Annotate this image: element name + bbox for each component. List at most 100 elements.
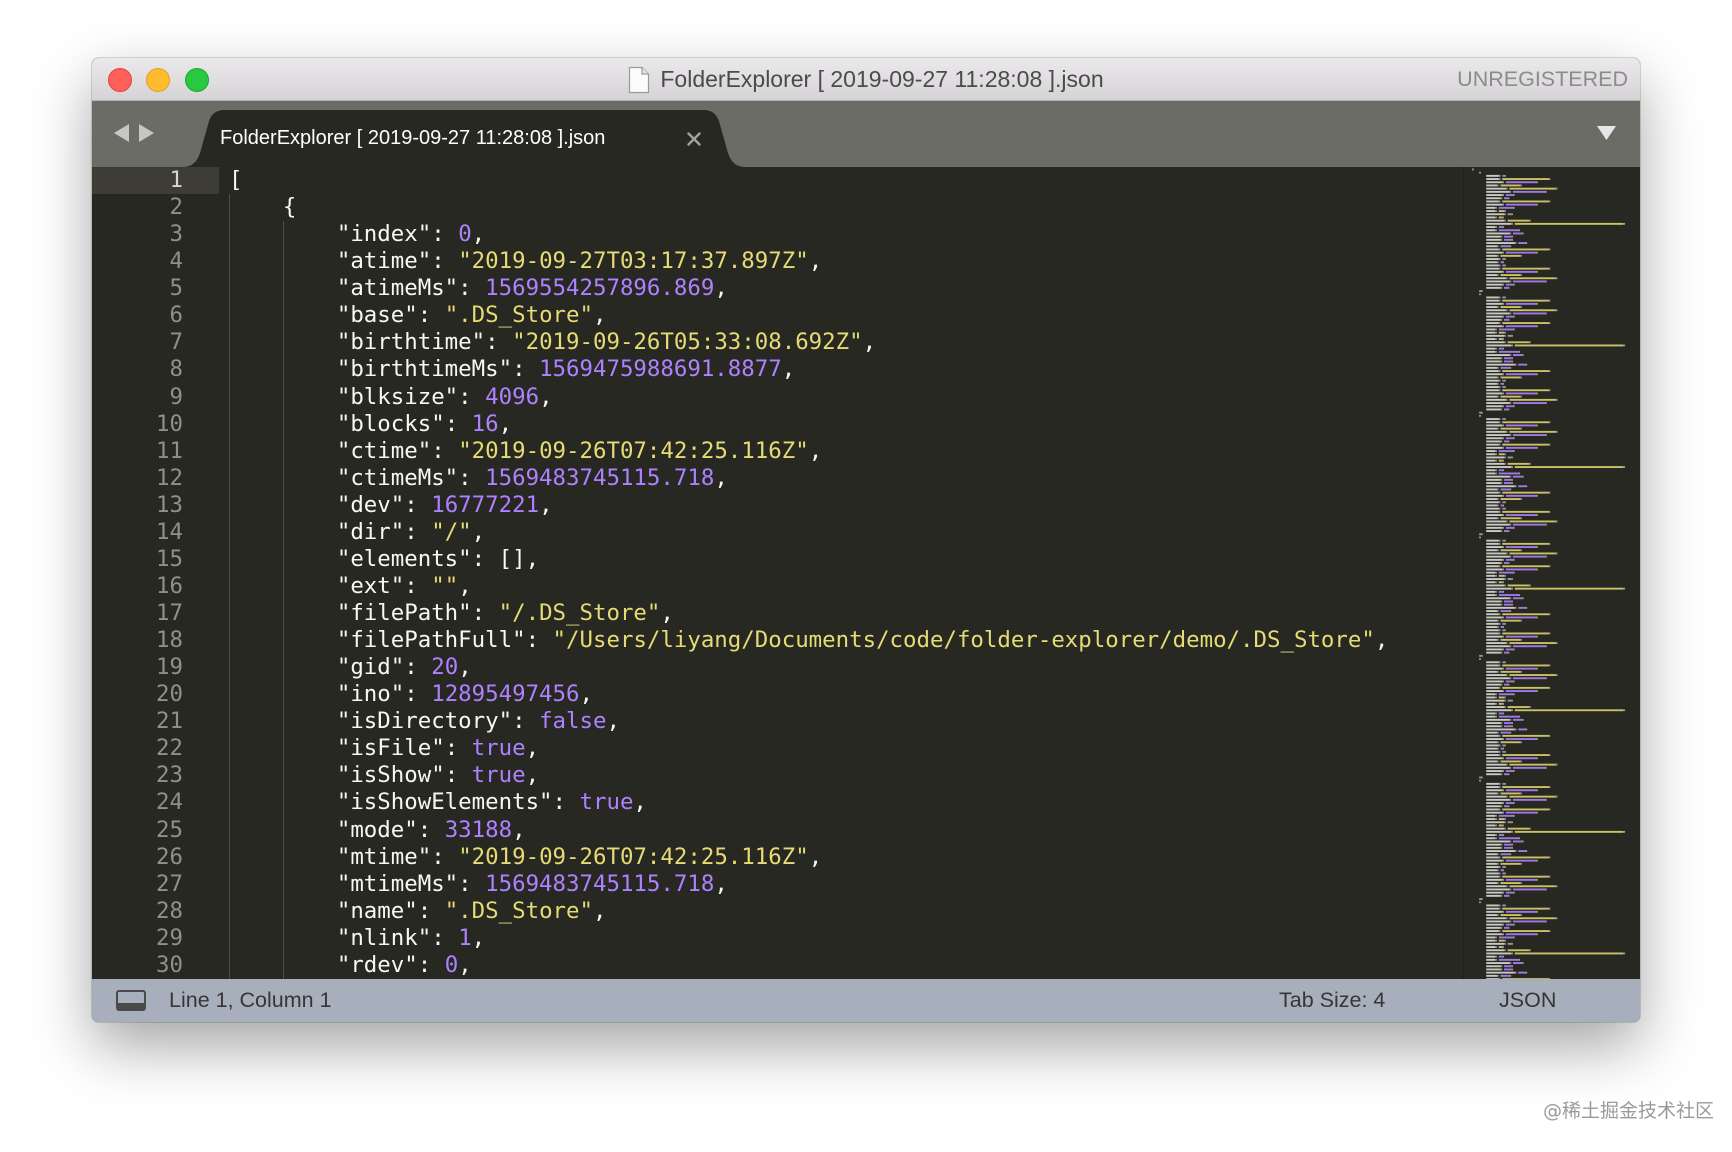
line-number[interactable]: 6 (92, 302, 219, 329)
line-number[interactable]: 19 (92, 654, 219, 681)
code-line[interactable]: "base": ".DS_Store", (229, 302, 1463, 329)
code-line[interactable]: "index": 0, (229, 221, 1463, 248)
code-line[interactable]: "isShow": true, (229, 762, 1463, 789)
minimap-glyph (1504, 264, 1506, 267)
code-line[interactable]: "blksize": 4096, (229, 384, 1463, 411)
line-number[interactable]: 15 (92, 546, 219, 573)
tab-folderexplorer-json[interactable]: FolderExplorer [ 2019-09-27 11:28:08 ].j… (182, 101, 746, 167)
code-line[interactable]: "blocks": 16, (229, 411, 1463, 438)
line-number[interactable]: 10 (92, 411, 219, 438)
line-number[interactable]: 27 (92, 871, 219, 898)
line-number[interactable]: 20 (92, 681, 219, 708)
code-line[interactable]: "rdev": 0, (229, 952, 1463, 979)
code-line[interactable]: "ctimeMs": 1569483745115.718, (229, 465, 1463, 492)
code-line[interactable]: "birthtimeMs": 1569475988691.8877, (229, 356, 1463, 383)
line-number[interactable]: 2 (92, 194, 219, 221)
code-line[interactable]: "mtimeMs": 1569483745115.718, (229, 871, 1463, 898)
minimap-glyph (1486, 424, 1503, 427)
line-number[interactable]: 18 (92, 627, 219, 654)
close-window-button[interactable] (108, 68, 132, 92)
triangle-down-icon[interactable] (1597, 126, 1616, 140)
minimap-glyph (1502, 664, 1549, 667)
minimize-window-button[interactable] (146, 68, 170, 92)
minimap-glyph (1520, 427, 1522, 430)
line-number[interactable]: 1 (92, 167, 219, 195)
minimap-line (1479, 898, 1483, 900)
code-line[interactable]: { (229, 194, 1463, 221)
line-number[interactable]: 11 (92, 438, 219, 465)
line-number[interactable]: 22 (92, 735, 219, 762)
minimap-glyph (1505, 917, 1508, 920)
line-number[interactable]: 8 (92, 356, 219, 383)
minimap-glyph (1518, 350, 1521, 353)
code-line[interactable]: "dev": 16777221, (229, 492, 1463, 519)
minimap-glyph (1486, 328, 1496, 331)
line-number[interactable]: 29 (92, 925, 219, 952)
line-number[interactable]: 13 (92, 492, 219, 519)
line-number[interactable]: 3 (92, 221, 219, 248)
minimap-glyph (1507, 827, 1529, 830)
title-bar[interactable]: FolderExplorer [ 2019-09-27 11:28:08 ].j… (92, 58, 1640, 101)
code-line[interactable]: "birthtime": "2019-09-26T05:33:08.692Z", (229, 329, 1463, 356)
syntax-selector[interactable]: JSON (1499, 979, 1556, 1022)
line-number[interactable]: 25 (92, 817, 219, 844)
minimap-glyph (1486, 597, 1510, 600)
code-line[interactable]: "nlink": 1, (229, 925, 1463, 952)
code-line[interactable]: "dir": "/", (229, 519, 1463, 546)
line-number[interactable]: 30 (92, 952, 219, 979)
minimap[interactable] (1463, 167, 1640, 979)
minimap-glyph (1520, 184, 1522, 187)
minimap-line (1486, 789, 1538, 792)
code-line[interactable]: "isShowElements": true, (229, 789, 1463, 816)
json-punctuation: : (458, 870, 486, 897)
line-number[interactable]: 12 (92, 465, 219, 492)
panel-icon[interactable] (116, 990, 146, 1011)
minimap-glyph (1502, 405, 1505, 408)
minimap-glyph (1509, 718, 1512, 721)
line-number[interactable]: 24 (92, 789, 219, 816)
tab-size-selector[interactable]: Tab Size: 4 (1279, 979, 1385, 1022)
line-number[interactable]: 21 (92, 708, 219, 735)
json-constant-value: true (579, 789, 634, 816)
minimap-line (1486, 866, 1506, 868)
minimap-glyph (1486, 674, 1506, 676)
code-line[interactable]: "isFile": true, (229, 735, 1463, 762)
code-line[interactable]: "name": ".DS_Store", (229, 898, 1463, 925)
code-line[interactable]: "mtime": "2019-09-26T07:42:25.116Z", (229, 844, 1463, 871)
code-line[interactable]: "isDirectory": false, (229, 708, 1463, 735)
code-line[interactable]: "atimeMs": 1569554257896.869, (229, 275, 1463, 302)
line-number[interactable]: 14 (92, 519, 219, 546)
line-number[interactable]: 26 (92, 844, 219, 871)
triangle-right-icon[interactable] (139, 124, 154, 142)
line-number[interactable]: 17 (92, 600, 219, 627)
line-number[interactable]: 5 (92, 275, 219, 302)
minimap-glyph (1504, 584, 1506, 587)
cursor-position[interactable]: Line 1, Column 1 (169, 979, 332, 1022)
line-number[interactable]: 7 (92, 329, 219, 356)
minimap-glyph (1518, 958, 1521, 961)
json-punctuation: , (471, 924, 486, 951)
minimap-glyph (1486, 440, 1501, 443)
line-number-gutter[interactable]: 1 2 3 4 5 6 7 8 9 10 11 12 13 14 15 16 17 18 19 20 21 22 23 24 2… (92, 167, 219, 979)
code-line[interactable]: "ino": 12895497456, (229, 681, 1463, 708)
line-number[interactable]: 9 (92, 384, 219, 411)
close-icon[interactable] (687, 132, 701, 146)
json-punctuation: , (593, 897, 607, 924)
code-line[interactable]: "ext": "", (229, 573, 1463, 600)
line-number[interactable]: 23 (92, 762, 219, 789)
zoom-window-button[interactable] (185, 68, 209, 92)
code-line[interactable]: "ctime": "2019-09-26T07:42:25.116Z", (229, 438, 1463, 465)
code-line[interactable]: "elements": [], (229, 546, 1463, 573)
line-number[interactable]: 28 (92, 898, 219, 925)
code-text-area[interactable]: [ { "index": 0, "atime": "2019-09-27T03:… (229, 167, 1463, 979)
code-line[interactable]: "filePath": "/.DS_Store", (229, 600, 1463, 627)
code-line[interactable]: [ (229, 167, 1463, 194)
line-number[interactable]: 4 (92, 248, 219, 275)
code-line[interactable]: "filePathFull": "/Users/liyang/Documents… (229, 627, 1463, 654)
minimap-glyph (1495, 210, 1497, 212)
triangle-left-icon[interactable] (114, 124, 129, 142)
code-line[interactable]: "gid": 20, (229, 654, 1463, 681)
code-line[interactable]: "mode": 33188, (229, 817, 1463, 844)
line-number[interactable]: 16 (92, 573, 219, 600)
code-line[interactable]: "atime": "2019-09-27T03:17:37.897Z", (229, 248, 1463, 275)
